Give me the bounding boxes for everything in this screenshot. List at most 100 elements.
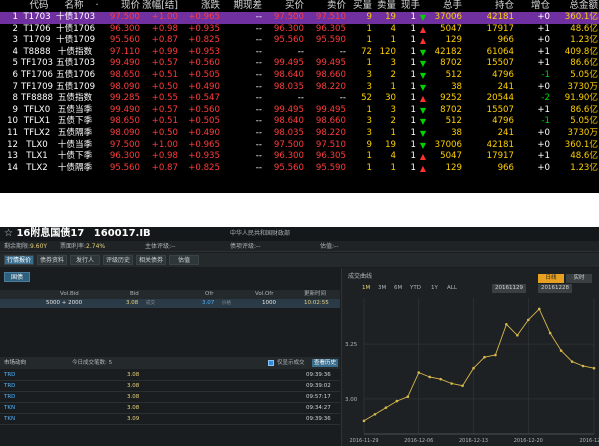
bid-price: 96.300 xyxy=(273,23,304,34)
bid-price: 97.500 xyxy=(273,139,304,150)
board-row[interactable]: 7 TF1709 五债1709 98.090 +0.50 +0.490 -- 98.035 98… xyxy=(0,82,599,94)
trade-chart-pane: 3.00 3.25 2016-11-29 2016-12-06 2016-12-13 20… xyxy=(341,268,599,446)
deal-time: 09:39:36 xyxy=(306,372,331,378)
total-volume: 8702 xyxy=(440,58,462,69)
realtime-mode-button[interactable]: 实时 xyxy=(566,274,592,283)
contract-name: 十债隔季 xyxy=(57,162,93,173)
total-volume: 512 xyxy=(445,116,462,127)
open-interest: 15507 xyxy=(486,104,514,115)
deal-row[interactable]: TRD 3.08 09:39:02 xyxy=(0,381,340,392)
tab-valuation[interactable]: 估值 xyxy=(169,255,199,265)
show-deals-only-checkbox[interactable] xyxy=(268,360,274,366)
board-col-header[interactable]: 持仓 xyxy=(470,0,514,12)
tick-up-icon: ▲ xyxy=(419,152,426,162)
range-3m-button[interactable]: 3M xyxy=(378,284,386,293)
board-row[interactable]: 9 TFLX0 五债当季 99.490 +0.57 +0.560 -- 99.495 99.49… xyxy=(0,105,599,117)
basis: -- xyxy=(255,23,262,34)
row-number: 8 xyxy=(12,93,18,104)
board-row[interactable]: 5 TF1703 五债1703 99.490 +0.57 +0.560 -- 99.495 99… xyxy=(0,58,599,70)
board-col-header[interactable]: · xyxy=(92,0,102,12)
tab-bond-info[interactable]: 债券资料 xyxy=(37,255,67,265)
bid-price: 99.495 xyxy=(273,104,304,115)
data-point xyxy=(505,323,508,326)
ask-price: 95.590 xyxy=(315,162,346,173)
board-row[interactable]: 8 TF8888 五债指数 99.285 +0.55 +0.547 -- -- -- 52 30 1 ▲… xyxy=(0,93,599,105)
tab-issuer[interactable]: 发行人 xyxy=(70,255,100,265)
board-col-header[interactable]: 涨跌 xyxy=(180,0,220,12)
range-1y-button[interactable]: 1Y xyxy=(431,284,438,293)
x-tick-label: 2016-11-29 xyxy=(349,438,378,444)
data-point xyxy=(406,395,410,399)
board-row[interactable]: 6 TF1706 五债1706 98.650 +0.51 +0.505 -- 98.640 98… xyxy=(0,70,599,82)
last-price: 95.560 xyxy=(109,35,140,46)
treasury-filter-button[interactable]: 国债 xyxy=(4,272,30,282)
bond-info-bar: 剩余期限:9.60Y 票面利率:2.74% 主体评级:-- 债项评级:-- 估值… xyxy=(0,241,599,252)
open-interest: 20544 xyxy=(486,93,514,104)
board-row[interactable]: 2 T1706 十债1706 96.300 +0.98 +0.935 -- 96.300 96.… xyxy=(0,24,599,36)
board-col-header[interactable]: 现手 xyxy=(398,0,420,12)
board-row[interactable]: 13 TLX1 十债下季 96.300 +0.98 +0.935 -- 96.300 96.30… xyxy=(0,151,599,163)
tick-down-icon: ▼ xyxy=(419,13,426,22)
range-ytd-button[interactable]: YTD xyxy=(410,284,421,293)
deal-yield: 3.09 xyxy=(127,416,140,422)
view-history-button[interactable]: 查看历史 xyxy=(312,359,338,367)
quote-row[interactable]: 5000 + 2000 3.08 成交 3.07 价格 1000 10:02:5… xyxy=(0,299,340,308)
ask-price: -- xyxy=(339,46,346,57)
futures-quote-board: 代码 名称 · 现价 涨幅[结] 涨跌 期现差 买价 卖价 买量 卖量 现手 总手 持仓 增仓 总金额 1 T1… xyxy=(0,0,599,193)
board-row[interactable]: 1 T1703 十债1703 97.500 +1.00 +0.965 -- 97.500 97.… xyxy=(0,12,599,24)
ask-volume: 1 xyxy=(390,162,396,173)
favorite-star-icon[interactable]: ☆ xyxy=(4,228,13,239)
data-point xyxy=(516,333,519,337)
screenshot-root: 代码 名称 · 现价 涨幅[结] 涨跌 期现差 买价 卖价 买量 卖量 现手 总手 持仓 增仓 总金额 1 T1… xyxy=(0,0,599,446)
change-value: +0.560 xyxy=(188,58,220,69)
board-col-header[interactable]: 卖价 xyxy=(306,0,346,12)
board-col-header[interactable]: 涨幅[结] xyxy=(142,0,178,12)
board-row[interactable]: 14 TLX2 十债隔季 95.560 +0.87 +0.825 -- 95.560 95.59… xyxy=(0,163,599,175)
board-row[interactable]: 10 TFLX1 五债下季 98.650 +0.51 +0.505 -- 98.640 98.6… xyxy=(0,116,599,128)
row-number: 7 xyxy=(12,81,18,92)
board-col-header[interactable]: 买价 xyxy=(264,0,304,12)
deal-row[interactable]: TKN 3.08 09:34:27 xyxy=(0,403,340,414)
deal-time: 09:39:36 xyxy=(306,416,331,422)
issuer-rating-label: 主体评级: xyxy=(145,243,172,250)
debt-rating-label: 债项评级: xyxy=(230,243,257,250)
tick-up-icon: ▲ xyxy=(419,94,426,104)
change-percent: +0.87 xyxy=(151,35,178,46)
board-row[interactable]: 4 T8888 十债指数 97.110 +0.99 +0.953 -- -- -- 72 120 1 ▼… xyxy=(0,47,599,59)
total-volume: 38 xyxy=(451,128,462,138)
board-col-header[interactable]: 代码 xyxy=(25,0,53,12)
board-col-header[interactable]: 增仓 xyxy=(522,0,550,12)
board-col-header[interactable]: 现价 xyxy=(104,0,140,12)
deal-row[interactable]: TRD 3.08 09:57:17 xyxy=(0,392,340,403)
tab-rating-history[interactable]: 评级历史 xyxy=(103,255,133,265)
tab-related-bonds[interactable]: 相关债券 xyxy=(136,255,166,265)
ask-price: 97.510 xyxy=(315,12,346,22)
board-row[interactable]: 12 TLX0 十债当季 97.500 +1.00 +0.965 -- 97.500 97.51… xyxy=(0,140,599,152)
date-to-field[interactable]: 20161228 xyxy=(538,284,572,293)
board-col-header[interactable]: 买量 xyxy=(348,0,372,12)
date-from-field[interactable]: 20161129 xyxy=(492,284,526,293)
bid-volume: 52 xyxy=(361,93,372,104)
daily-mode-button[interactable]: 日线 xyxy=(538,274,564,283)
total-amount: 48.6亿 xyxy=(570,23,598,34)
tab-quote[interactable]: 行情报价 xyxy=(4,255,34,265)
row-number: 4 xyxy=(12,46,18,57)
basis: -- xyxy=(255,46,262,57)
board-col-header[interactable]: 期现差 xyxy=(222,0,262,12)
board-col-header[interactable]: 总金额 xyxy=(554,0,598,12)
range-1m-button[interactable]: 1M xyxy=(362,284,370,293)
board-col-header[interactable]: 名称 xyxy=(58,0,90,12)
range-6m-button[interactable]: 6M xyxy=(394,284,402,293)
board-col-header[interactable]: 总手 xyxy=(428,0,462,12)
basis: -- xyxy=(255,35,262,46)
board-col-header[interactable]: 卖量 xyxy=(374,0,396,12)
deal-row[interactable]: TRD 3.08 09:39:36 xyxy=(0,370,340,381)
range-all-button[interactable]: ALL xyxy=(447,284,457,293)
board-row[interactable]: 3 T1709 十债1709 95.560 +0.87 +0.825 -- 95.560 95.… xyxy=(0,35,599,47)
show-deals-only-label: 仅显示成交 xyxy=(277,360,305,366)
last-price: 98.650 xyxy=(109,116,140,127)
deal-row[interactable]: TKN 3.09 09:39:36 xyxy=(0,414,340,425)
board-row[interactable]: 11 TFLX2 五债隔季 98.090 +0.50 +0.490 -- 98.035 98.2… xyxy=(0,128,599,140)
basis: -- xyxy=(255,104,262,115)
bid-volume: 1 xyxy=(366,23,372,34)
